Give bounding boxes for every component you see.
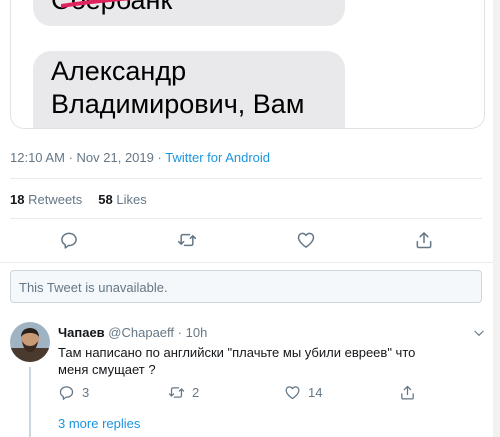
tweet-action-bar [0,226,500,254]
tweet-meta: 12:10 AM · Nov 21, 2019 · Twitter for An… [10,150,270,165]
bubble-main-line1: Александр [51,56,187,86]
author-name[interactable]: Чапаев [58,325,105,340]
likes-stat[interactable]: 58 Likes [98,192,146,207]
meta-separator: · [68,150,73,165]
share-icon [399,384,416,401]
embedded-image[interactable]: Сбербанк Александр Владимирович, Вам [10,0,485,129]
divider [0,262,500,263]
author-handle[interactable]: @Chapaeff [108,325,174,340]
reply-header: Чапаев @Chapaeff · 10h [58,325,207,340]
meta-separator: · [177,325,182,340]
like-icon[interactable] [296,230,316,250]
retweet-count: 2 [192,384,200,400]
message-bubble-main: Александр Владимирович, Вам [33,51,345,128]
like-icon [284,384,301,401]
tweet-source-link[interactable]: Twitter for Android [165,150,270,165]
tweet-stats: 18 Retweets 58 Likes [10,192,147,207]
chevron-down-icon[interactable] [472,326,486,340]
red-scribble [61,0,134,8]
divider [10,178,482,179]
tweet-date: Nov 21, 2019 [76,150,154,165]
meta-separator: · [157,150,162,165]
thread-line [29,367,31,437]
reply-action-bar: 3 2 14 [58,382,458,402]
reply-icon[interactable] [59,230,79,250]
unavailable-tweet-notice: This Tweet is unavailable. [10,270,482,303]
reply-time[interactable]: 10h [186,325,208,340]
avatar[interactable] [10,322,50,362]
reply-count: 3 [82,384,90,400]
reply-text: Там написано по английски "плачьте мы уб… [58,345,416,377]
retweet-icon[interactable] [177,230,197,250]
reply-like-button[interactable]: 14 [284,382,322,402]
reply-retweet-button[interactable]: 2 [168,382,199,402]
retweets-stat[interactable]: 18 Retweets [10,192,82,207]
scrollbar[interactable] [493,0,500,437]
bubble-main-line2: Владимирович, Вам [51,89,305,119]
share-icon[interactable] [414,230,434,250]
reply-icon [58,384,75,401]
more-replies-link[interactable]: 3 more replies [58,416,140,431]
retweet-icon [168,384,185,401]
reply-share-button[interactable] [399,382,416,402]
unavailable-text: This Tweet is unavailable. [19,280,168,295]
tweet-time: 12:10 AM [10,150,65,165]
like-count: 14 [308,384,323,400]
divider [10,218,482,219]
reply-reply-button[interactable]: 3 [58,382,89,402]
